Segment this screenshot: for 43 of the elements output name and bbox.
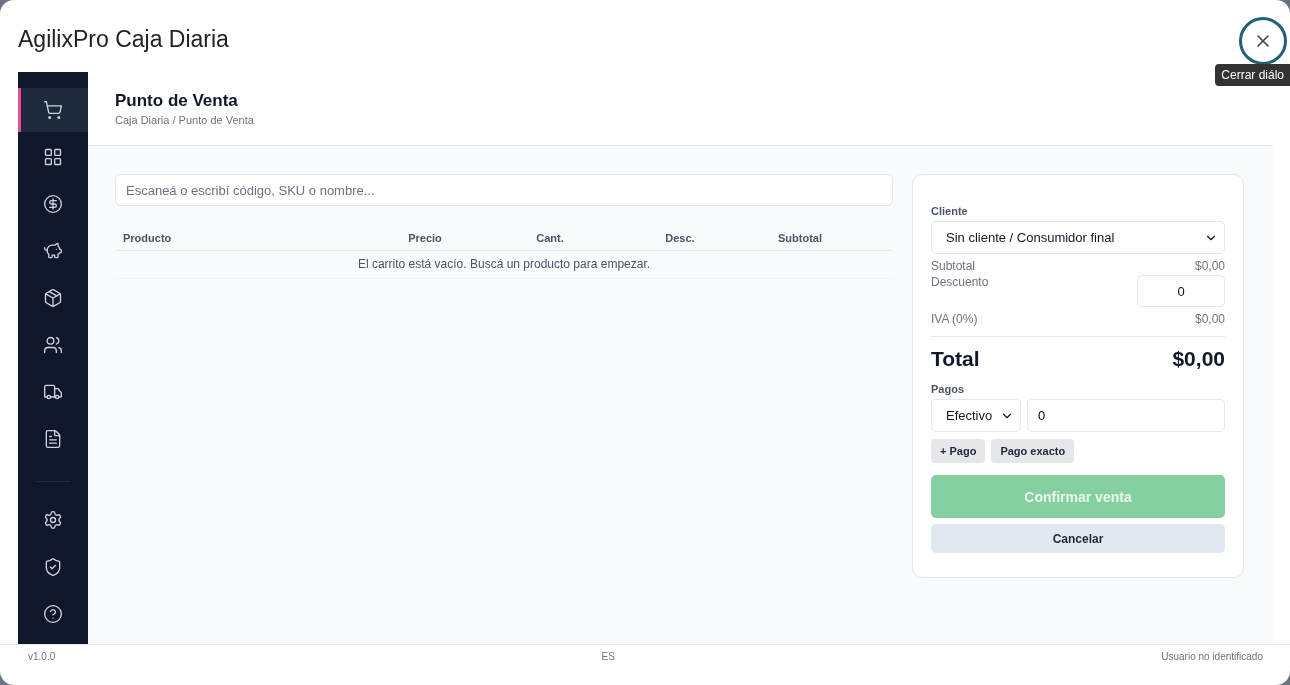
settings-icon: [43, 510, 63, 530]
tax-value: $0,00: [1194, 312, 1225, 326]
tooltip: Cerrar diálo: [1215, 64, 1290, 86]
package-icon: [43, 288, 63, 308]
sidebar-item[interactable]: [18, 88, 88, 132]
version-text: v1.0.0: [28, 651, 56, 662]
cancel-button[interactable]: Cancelar: [931, 524, 1225, 553]
subtotal-value: $0,00: [1194, 259, 1225, 273]
column-header: Precio: [407, 231, 443, 244]
breadcrumb: Caja Diaria / Punto de Venta: [115, 114, 255, 126]
document-icon: [43, 429, 63, 449]
dialog-title: AgilixPro Caja Diaria: [18, 26, 229, 53]
field-label: Pagos: [931, 383, 965, 395]
column-header: Producto: [123, 231, 173, 244]
subtotal-label: Subtotal: [931, 259, 976, 273]
amount-field[interactable]: 0: [1027, 399, 1225, 432]
tax-label: IVA (0%): [931, 312, 978, 326]
total-label: Total: [931, 347, 980, 371]
truck-icon: [43, 382, 63, 402]
column-header: Subtotal: [777, 231, 823, 244]
column-header: Cant.: [535, 231, 565, 244]
grid-icon: [43, 147, 63, 167]
dollar-icon: [43, 194, 63, 214]
close-button[interactable]: [1239, 17, 1287, 65]
discount-label: Descuento: [931, 275, 989, 289]
users-icon: [43, 335, 63, 355]
column-header: Desc.: [664, 231, 696, 244]
search-field[interactable]: Escaneá o escribí código, SKU o nombre...: [115, 174, 893, 206]
piggy-bank-icon: [43, 241, 63, 261]
payment-method-select[interactable]: Efectivo: [931, 399, 1021, 432]
add-payment-button[interactable]: + Pago: [931, 439, 986, 463]
exact-payment-button[interactable]: Pago exacto: [991, 439, 1075, 463]
total-value: $0,00: [1172, 347, 1225, 371]
shield-check-icon: [43, 557, 63, 577]
cart-icon: [43, 100, 63, 120]
help-icon: [43, 604, 63, 624]
field-label: Cliente: [931, 205, 969, 217]
language-text: ES: [601, 651, 615, 662]
user-status: Usuario no identificado: [1161, 651, 1263, 662]
client-select[interactable]: Sin cliente / Consumidor final: [931, 221, 1225, 254]
discount-field[interactable]: 0: [1137, 275, 1225, 307]
page-title: Punto de Venta: [115, 91, 239, 111]
empty-message: El carrito está vacío. Buscá un producto para empezar.: [115, 251, 893, 279]
